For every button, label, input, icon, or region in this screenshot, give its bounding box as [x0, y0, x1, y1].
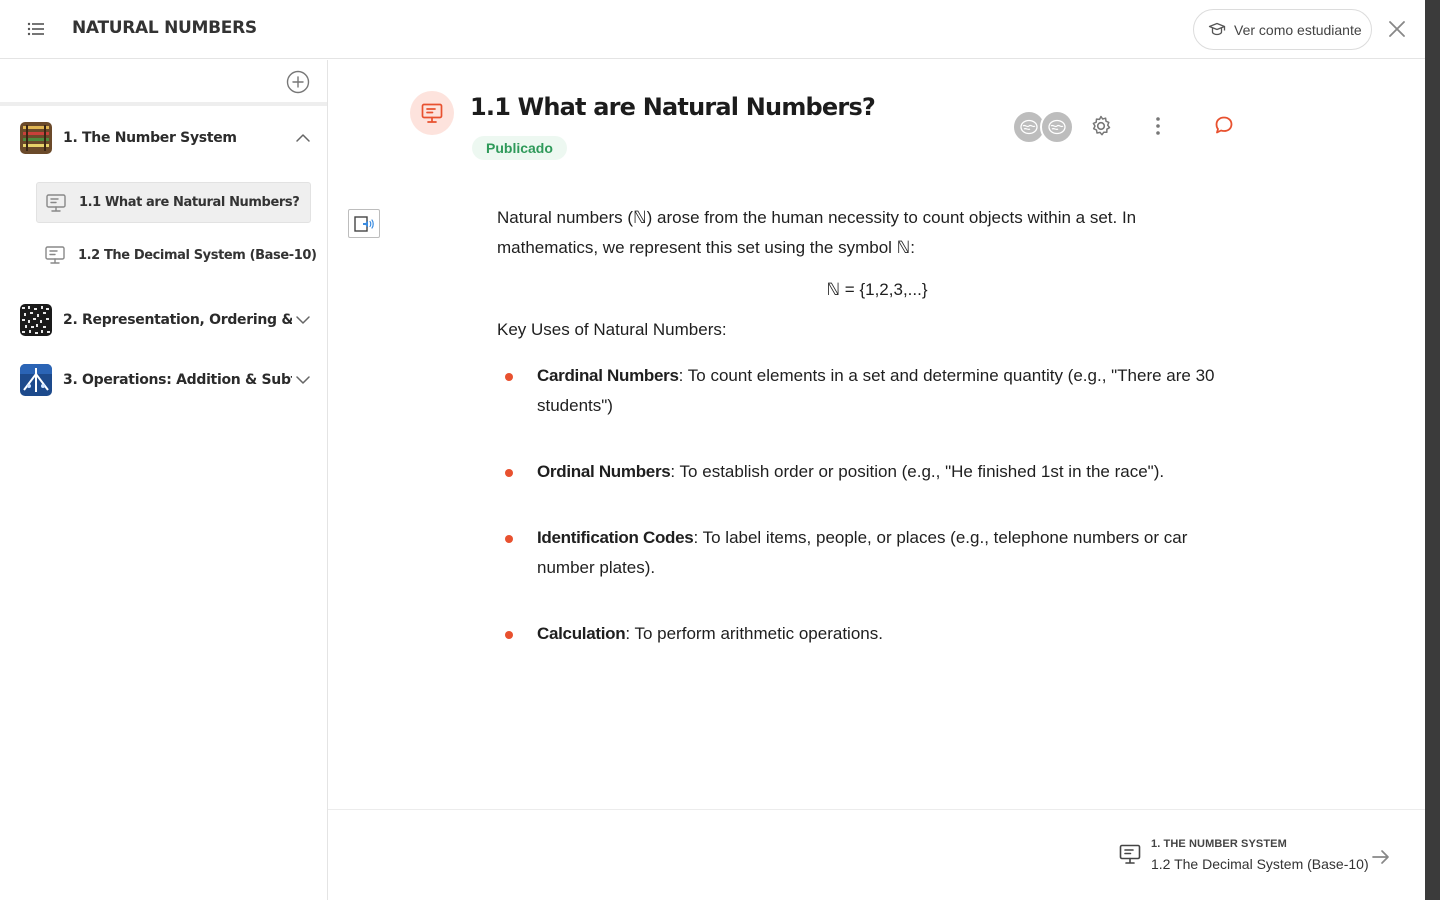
module-thumbnail: [20, 304, 52, 336]
presentation-icon: [1119, 844, 1141, 864]
chevron-down-icon[interactable]: [294, 311, 312, 329]
lesson-title: 1.2 The Decimal System (Base-10): [78, 248, 317, 263]
module-title: 2. Representation, Ordering & Comparison: [63, 312, 292, 328]
module-thumbnail: [20, 364, 52, 396]
uses-heading: Key Uses of Natural Numbers:: [497, 320, 727, 339]
brain-icon: [1048, 119, 1066, 135]
sidebar-toolbar: [0, 60, 327, 106]
lesson-content: Natural numbers (ℕ) arose from the human…: [497, 203, 1237, 685]
lesson-title: 1.1 What are Natural Numbers?: [79, 195, 300, 210]
lesson-title: 1.1 What are Natural Numbers?: [470, 93, 876, 121]
bullet-dot: [505, 631, 513, 639]
module-2[interactable]: 2. Representation, Ordering & Comparison: [0, 300, 327, 340]
view-as-student-button[interactable]: Ver como estudiante: [1193, 9, 1372, 50]
status-badge: Publicado: [472, 136, 567, 160]
window-edge: [1425, 0, 1440, 900]
list-item-term: Ordinal Numbers: [537, 462, 671, 481]
intro-paragraph: Natural numbers (ℕ) arose from the human…: [497, 208, 1137, 257]
list-item: Calculation: To perform arithmetic opera…: [497, 619, 1237, 649]
set-formula: ℕ = {1,2,3,...}: [826, 280, 928, 299]
list-item: Cardinal Numbers: To count elements in a…: [497, 361, 1237, 421]
gear-icon[interactable]: [1089, 114, 1113, 138]
plus-circle-icon[interactable]: [286, 70, 310, 94]
mortarboard-icon: [1208, 22, 1226, 35]
lesson-footer: 1. THE NUMBER SYSTEM 1.2 The Decimal Sys…: [328, 809, 1425, 900]
lesson-item-1-2[interactable]: 1.2 The Decimal System (Base-10): [36, 235, 317, 276]
bullet-dot: [505, 535, 513, 543]
lesson-item-1-1[interactable]: 1.1 What are Natural Numbers?: [36, 182, 311, 223]
chevron-up-icon[interactable]: [294, 129, 312, 147]
presentation-icon: [46, 194, 66, 212]
list-item-text: : To perform arithmetic operations.: [625, 624, 883, 643]
next-lesson-label: 1.2 The Decimal System (Base-10): [1151, 856, 1369, 872]
bullet-dot: [505, 469, 513, 477]
kebab-icon[interactable]: [1148, 114, 1168, 138]
comment-icon[interactable]: [1213, 114, 1235, 136]
next-module-label: 1. THE NUMBER SYSTEM: [1151, 838, 1287, 850]
list-item: Identification Codes: To label items, pe…: [497, 523, 1237, 583]
collaborator-avatars: [1012, 110, 1074, 144]
lesson-type-badge: [410, 91, 454, 135]
view-as-student-label: Ver como estudiante: [1234, 21, 1362, 38]
next-lesson-link[interactable]: 1. THE NUMBER SYSTEM 1.2 The Decimal Sys…: [1118, 834, 1398, 878]
module-3[interactable]: 3. Operations: Addition & Subtraction: [0, 360, 327, 400]
bullet-dot: [505, 373, 513, 381]
close-icon[interactable]: [1384, 16, 1410, 42]
list-item-term: Cardinal Numbers: [537, 366, 679, 385]
app-title: NATURAL NUMBERS: [72, 18, 257, 38]
list-item-term: Calculation: [537, 624, 626, 643]
module-thumbnail: [20, 122, 52, 154]
audio-read-icon[interactable]: [348, 209, 380, 238]
avatar[interactable]: [1040, 110, 1074, 144]
module-title: 1. The Number System: [63, 130, 237, 146]
arrow-right-icon[interactable]: [1370, 846, 1392, 868]
chevron-down-icon[interactable]: [294, 371, 312, 389]
list-item: Ordinal Numbers: To establish order or p…: [497, 457, 1237, 487]
list-item-term: Identification Codes: [537, 528, 694, 547]
top-bar: NATURAL NUMBERS Ver como estudiante: [0, 0, 1425, 59]
uses-list: Cardinal Numbers: To count elements in a…: [497, 361, 1237, 649]
course-sidebar: 1. The Number System 1.1 What are Natura…: [0, 60, 328, 900]
brain-icon: [1020, 119, 1038, 135]
module-title: 3. Operations: Addition & Subtraction: [63, 372, 292, 388]
presentation-icon: [421, 103, 443, 123]
module-1[interactable]: 1. The Number System: [0, 118, 327, 158]
presentation-icon: [45, 246, 65, 264]
list-menu-icon[interactable]: [22, 17, 50, 41]
list-item-text: : To establish order or position (e.g., …: [670, 462, 1165, 481]
